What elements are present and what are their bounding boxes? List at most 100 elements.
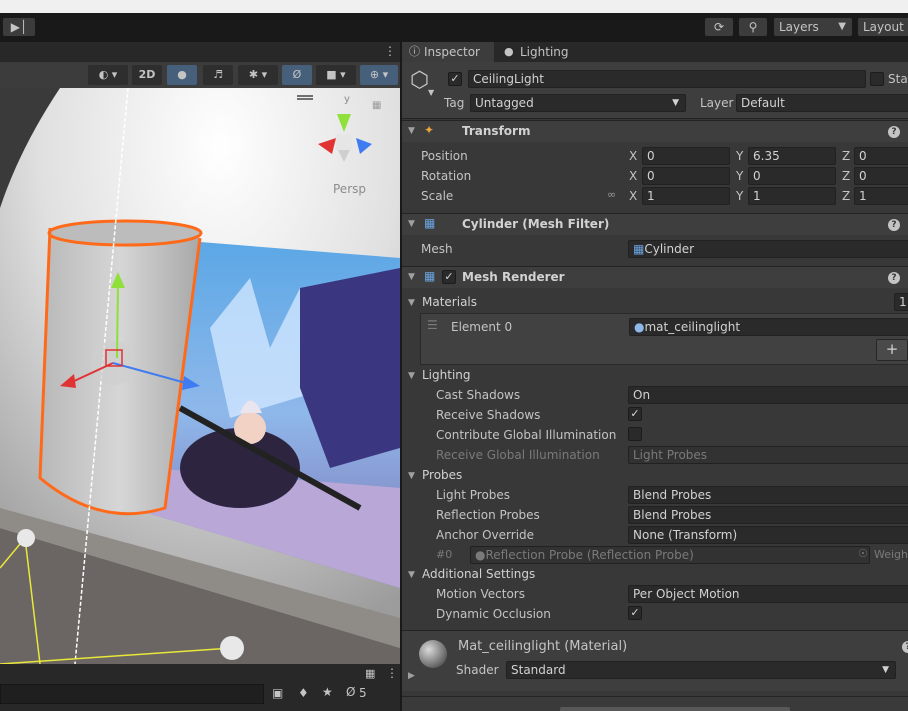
audio-toggle[interactable]: ♬ — [203, 65, 233, 85]
active-checkbox[interactable]: ✓ — [448, 72, 462, 86]
tab-lighting[interactable]: ● Lighting — [498, 42, 588, 62]
rotation-z-field[interactable]: 0 — [854, 167, 908, 185]
lighting-fold-icon[interactable]: ▼ — [408, 371, 415, 381]
static-checkbox[interactable] — [870, 72, 884, 86]
position-y-field[interactable]: 6.35 — [748, 147, 836, 165]
materials-label[interactable]: Materials — [422, 295, 477, 309]
eye-off-icon: Ø — [292, 68, 302, 81]
mesh-renderer-header[interactable]: ▼ ▦ ✓ Mesh Renderer ? — [402, 266, 908, 288]
lock-icon[interactable]: ▦ — [372, 100, 381, 111]
transform-header[interactable]: ▼ ✦ Transform ? — [402, 120, 908, 142]
search-button[interactable]: ⚲ — [738, 17, 768, 37]
scale-x-field[interactable]: 1 — [642, 187, 730, 205]
camera-icon: ■ ▾ — [326, 68, 346, 81]
effects-dropdown[interactable]: ✱ ▾ — [238, 65, 278, 85]
effects-icon: ✱ ▾ — [248, 68, 268, 81]
materials-list: ☰ Element 0 ●mat_ceilinglight — [420, 313, 908, 365]
chevron-down-icon: ▼ — [672, 98, 679, 108]
position-z-field[interactable]: 0 — [854, 147, 908, 165]
position-y-label: Y — [736, 149, 744, 163]
probes-fold-icon[interactable]: ▼ — [408, 471, 415, 481]
scale-label: Scale — [421, 189, 454, 203]
dynamic-occlusion-label: Dynamic Occlusion — [436, 607, 551, 621]
probe-asset-icon: ● — [475, 548, 486, 562]
material-header[interactable]: ▶ Mat_ceilinglight (Material) ? Shader S… — [402, 630, 908, 691]
scene-footer: ▦ ⋮ ▣ ♦ ★ Ø 5 — [0, 664, 400, 711]
help-icon[interactable]: ? — [888, 272, 900, 284]
position-x-field[interactable]: 0 — [642, 147, 730, 165]
additional-fold-icon[interactable]: ▼ — [408, 570, 415, 580]
constrain-proportions-icon[interactable]: ∞ — [607, 188, 616, 201]
info-icon: ⓘ — [409, 45, 420, 58]
rotation-y-field[interactable]: 0 — [748, 167, 836, 185]
favorite-icon[interactable]: ★ — [322, 685, 333, 699]
hidden-objects-toggle[interactable]: Ø — [282, 65, 312, 85]
add-material-button[interactable]: + — [876, 339, 908, 361]
reflection-probes-dropdown[interactable]: Blend Probes — [628, 506, 908, 524]
light-probes-dropdown[interactable]: Blend Probes — [628, 486, 908, 504]
receive-shadows-checkbox[interactable]: ✓ — [628, 407, 642, 421]
icon-dropdown-arrow[interactable]: ▼ — [428, 88, 434, 97]
step-icon: ▶│ — [10, 20, 28, 34]
mesh-label: Mesh — [421, 242, 453, 256]
rotation-y-label: Y — [736, 169, 744, 183]
lighting-toggle[interactable]: ● — [167, 65, 197, 85]
materials-fold-icon[interactable]: ▼ — [408, 298, 415, 308]
mesh-filter-icon: ▦ — [424, 216, 436, 230]
filter-type-icon[interactable]: ▣ — [272, 686, 283, 700]
label-icon[interactable]: ♦ — [298, 686, 309, 700]
camera-dropdown[interactable]: ■ ▾ — [316, 65, 356, 85]
footer-search-field[interactable] — [0, 684, 264, 704]
persp-label[interactable]: Persp — [333, 182, 366, 196]
window-top-strip — [0, 0, 908, 13]
static-label: Stat — [888, 72, 908, 86]
dynamic-occlusion-checkbox[interactable]: ✓ — [628, 606, 642, 620]
scene-menu-icon[interactable]: ⋮ — [384, 44, 396, 58]
lock-icon[interactable]: ▦ — [365, 667, 375, 680]
footer-menu-icon[interactable]: ⋮ — [386, 666, 398, 680]
rotation-x-field[interactable]: 0 — [642, 167, 730, 185]
motion-vectors-dropdown[interactable]: Per Object Motion — [628, 585, 908, 603]
help-icon[interactable]: ? — [888, 219, 900, 231]
additional-settings-label[interactable]: Additional Settings — [422, 567, 535, 581]
shading-icon: ◐ ▾ — [98, 68, 118, 81]
cast-shadows-dropdown[interactable]: On — [628, 386, 908, 404]
tab-inspector[interactable]: ⓘ Inspector — [402, 42, 494, 62]
mesh-filter-header[interactable]: ▼ ▦ Cylinder (Mesh Filter) ? — [402, 213, 908, 235]
draw-mode-dropdown[interactable]: ◐ ▾ — [88, 65, 128, 85]
cast-shadows-label: Cast Shadows — [436, 388, 521, 402]
probes-label[interactable]: Probes — [422, 468, 462, 482]
scale-y-field[interactable]: 1 — [748, 187, 836, 205]
lightbulb-icon: ● — [177, 68, 187, 81]
anchor-override-field[interactable]: None (Transform) — [628, 526, 908, 544]
2d-toggle[interactable]: 2D — [132, 65, 162, 85]
layer-dropdown[interactable]: Default — [736, 94, 908, 112]
drag-handle-icon[interactable]: ☰ — [427, 318, 438, 332]
add-component-button[interactable] — [560, 707, 790, 711]
object-name-field[interactable]: CeilingLight — [468, 70, 866, 88]
help-icon[interactable]: ? — [902, 641, 908, 653]
light-probes-label: Light Probes — [436, 488, 511, 502]
help-icon[interactable]: ? — [888, 126, 900, 138]
hidden-packages-icon[interactable]: Ø — [346, 685, 355, 699]
step-button[interactable]: ▶│ — [2, 17, 36, 37]
undo-history-button[interactable]: ⟳ — [704, 17, 734, 37]
scale-z-field[interactable]: 1 — [854, 187, 908, 205]
tag-dropdown[interactable]: Untagged ▼ — [470, 94, 686, 112]
scene-viewport[interactable]: y ▦ Persp — [0, 88, 400, 664]
layout-dropdown[interactable]: Layout — [857, 17, 908, 37]
mesh-field[interactable]: ▦Cylinder — [628, 240, 908, 258]
materials-count-field[interactable]: 1 — [894, 293, 908, 311]
lighting-label[interactable]: Lighting — [422, 368, 471, 382]
element0-field[interactable]: ●mat_ceilinglight — [629, 318, 908, 336]
gizmos-dropdown[interactable]: ⊕ ▾ — [360, 65, 398, 85]
position-label: Position — [421, 149, 468, 163]
position-z-label: Z — [842, 149, 851, 163]
shader-dropdown[interactable]: Standard ▼ — [506, 661, 896, 679]
mesh-renderer-enabled-checkbox[interactable]: ✓ — [442, 270, 456, 284]
receive-gi-dropdown: Light Probes — [628, 446, 908, 464]
layers-dropdown[interactable]: Layers ▼ — [773, 17, 853, 37]
contribute-gi-label: Contribute Global Illumination — [436, 428, 617, 442]
object-picker-icon: ☉ — [858, 547, 868, 560]
contribute-gi-checkbox[interactable] — [628, 427, 642, 441]
